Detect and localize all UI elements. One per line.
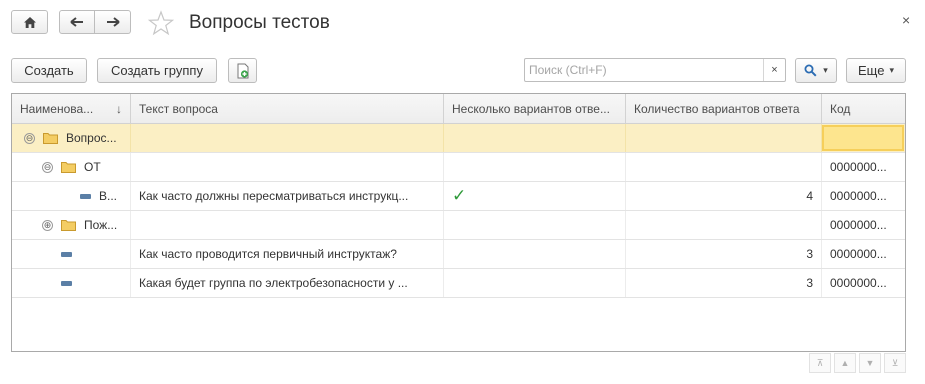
back-button[interactable] (59, 10, 95, 34)
row-count: 3 (626, 269, 822, 297)
row-question (131, 124, 444, 152)
column-header-question[interactable]: Текст вопроса (131, 94, 444, 123)
checkmark-icon: ✓ (452, 186, 467, 205)
arrow-right-icon (106, 17, 120, 27)
search-field: × (524, 58, 786, 82)
chevron-down-icon: ▾ (889, 65, 894, 75)
folder-icon (43, 133, 58, 144)
arrow-left-icon (70, 17, 83, 27)
row-code: 0000000... (830, 218, 887, 232)
magnifier-icon (804, 64, 817, 77)
table-row[interactable]: Как часто проводится первичный инструкта… (12, 240, 905, 269)
column-header-name[interactable]: Наименова... ↓ (12, 94, 131, 123)
row-code[interactable] (822, 124, 905, 152)
row-count (626, 211, 822, 239)
more-button[interactable]: Еще ▾ (846, 58, 906, 83)
more-label: Еще (858, 63, 885, 78)
row-name: Пож... (84, 218, 118, 232)
column-header-count[interactable]: Количество вариантов ответа (626, 94, 822, 123)
search-input[interactable] (525, 60, 763, 80)
favorite-star-icon[interactable] (148, 10, 174, 36)
row-name: ОТ (84, 160, 101, 174)
sort-down-icon: ↓ (116, 101, 122, 116)
page-title: Вопросы тестов (189, 12, 330, 33)
element-icon (61, 280, 72, 286)
row-question (131, 211, 444, 239)
row-count: 4 (626, 182, 822, 210)
table-row[interactable]: В... Как часто должны пересматриваться и… (12, 182, 905, 211)
column-header-name-label: Наименова... (20, 101, 94, 116)
create-group-button[interactable]: Создать группу (97, 58, 217, 83)
questions-table: Наименова... ↓ Текст вопроса Несколько в… (11, 93, 906, 352)
folder-icon (61, 220, 76, 231)
table-row[interactable]: Какая будет группа по электробезопасност… (12, 269, 905, 298)
row-multiple (444, 211, 626, 239)
table-row[interactable]: ⊖ Вопрос... (12, 124, 905, 153)
row-multiple (444, 269, 626, 297)
expand-icon[interactable]: ⊕ (42, 219, 53, 231)
row-count: 3 (626, 240, 822, 268)
create-button[interactable]: Создать (11, 58, 87, 83)
folder-icon (61, 162, 76, 173)
add-document-icon (237, 63, 248, 78)
table-header: Наименова... ↓ Текст вопроса Несколько в… (12, 94, 905, 124)
row-code: 0000000... (830, 160, 887, 174)
close-icon[interactable]: × (902, 12, 910, 28)
next-page-button[interactable]: ▼ (859, 353, 881, 373)
collapse-icon[interactable]: ⊖ (42, 161, 53, 173)
prev-page-button[interactable]: ▲ (834, 353, 856, 373)
first-page-button[interactable]: ⊼ (809, 353, 831, 373)
last-page-button[interactable]: ⊻ (884, 353, 906, 373)
chevron-down-icon: ▾ (823, 65, 828, 75)
search-button[interactable]: ▾ (795, 58, 837, 83)
column-header-multiple[interactable]: Несколько вариантов отве... (444, 94, 626, 123)
forward-button[interactable] (95, 10, 131, 34)
row-code: 0000000... (830, 189, 887, 203)
row-code: 0000000... (830, 276, 887, 290)
row-code: 0000000... (830, 247, 887, 261)
row-multiple (444, 153, 626, 181)
table-row[interactable]: ⊖ ОТ 0000000... (12, 153, 905, 182)
row-count (626, 124, 822, 152)
row-multiple (444, 240, 626, 268)
row-name: Вопрос... (66, 131, 117, 145)
row-multiple (444, 124, 626, 152)
row-question: Как часто должны пересматриваться инстру… (139, 188, 409, 203)
column-header-code[interactable]: Код (822, 94, 905, 123)
add-document-button[interactable] (228, 58, 257, 83)
row-name: В... (99, 189, 118, 203)
home-icon (23, 16, 36, 28)
row-question: Какая будет группа по электробезопасност… (139, 275, 408, 290)
row-count (626, 153, 822, 181)
row-question (131, 153, 444, 181)
collapse-icon[interactable]: ⊖ (24, 132, 35, 144)
home-button[interactable] (11, 10, 48, 34)
element-icon (61, 251, 72, 257)
row-question: Как часто проводится первичный инструкта… (139, 246, 397, 261)
element-icon (80, 193, 91, 199)
pager: ⊼ ▲ ▼ ⊻ (806, 353, 906, 373)
table-row[interactable]: ⊕ Пож... 0000000... (12, 211, 905, 240)
selected-cell[interactable] (822, 125, 904, 151)
clear-search-icon[interactable]: × (763, 59, 785, 81)
